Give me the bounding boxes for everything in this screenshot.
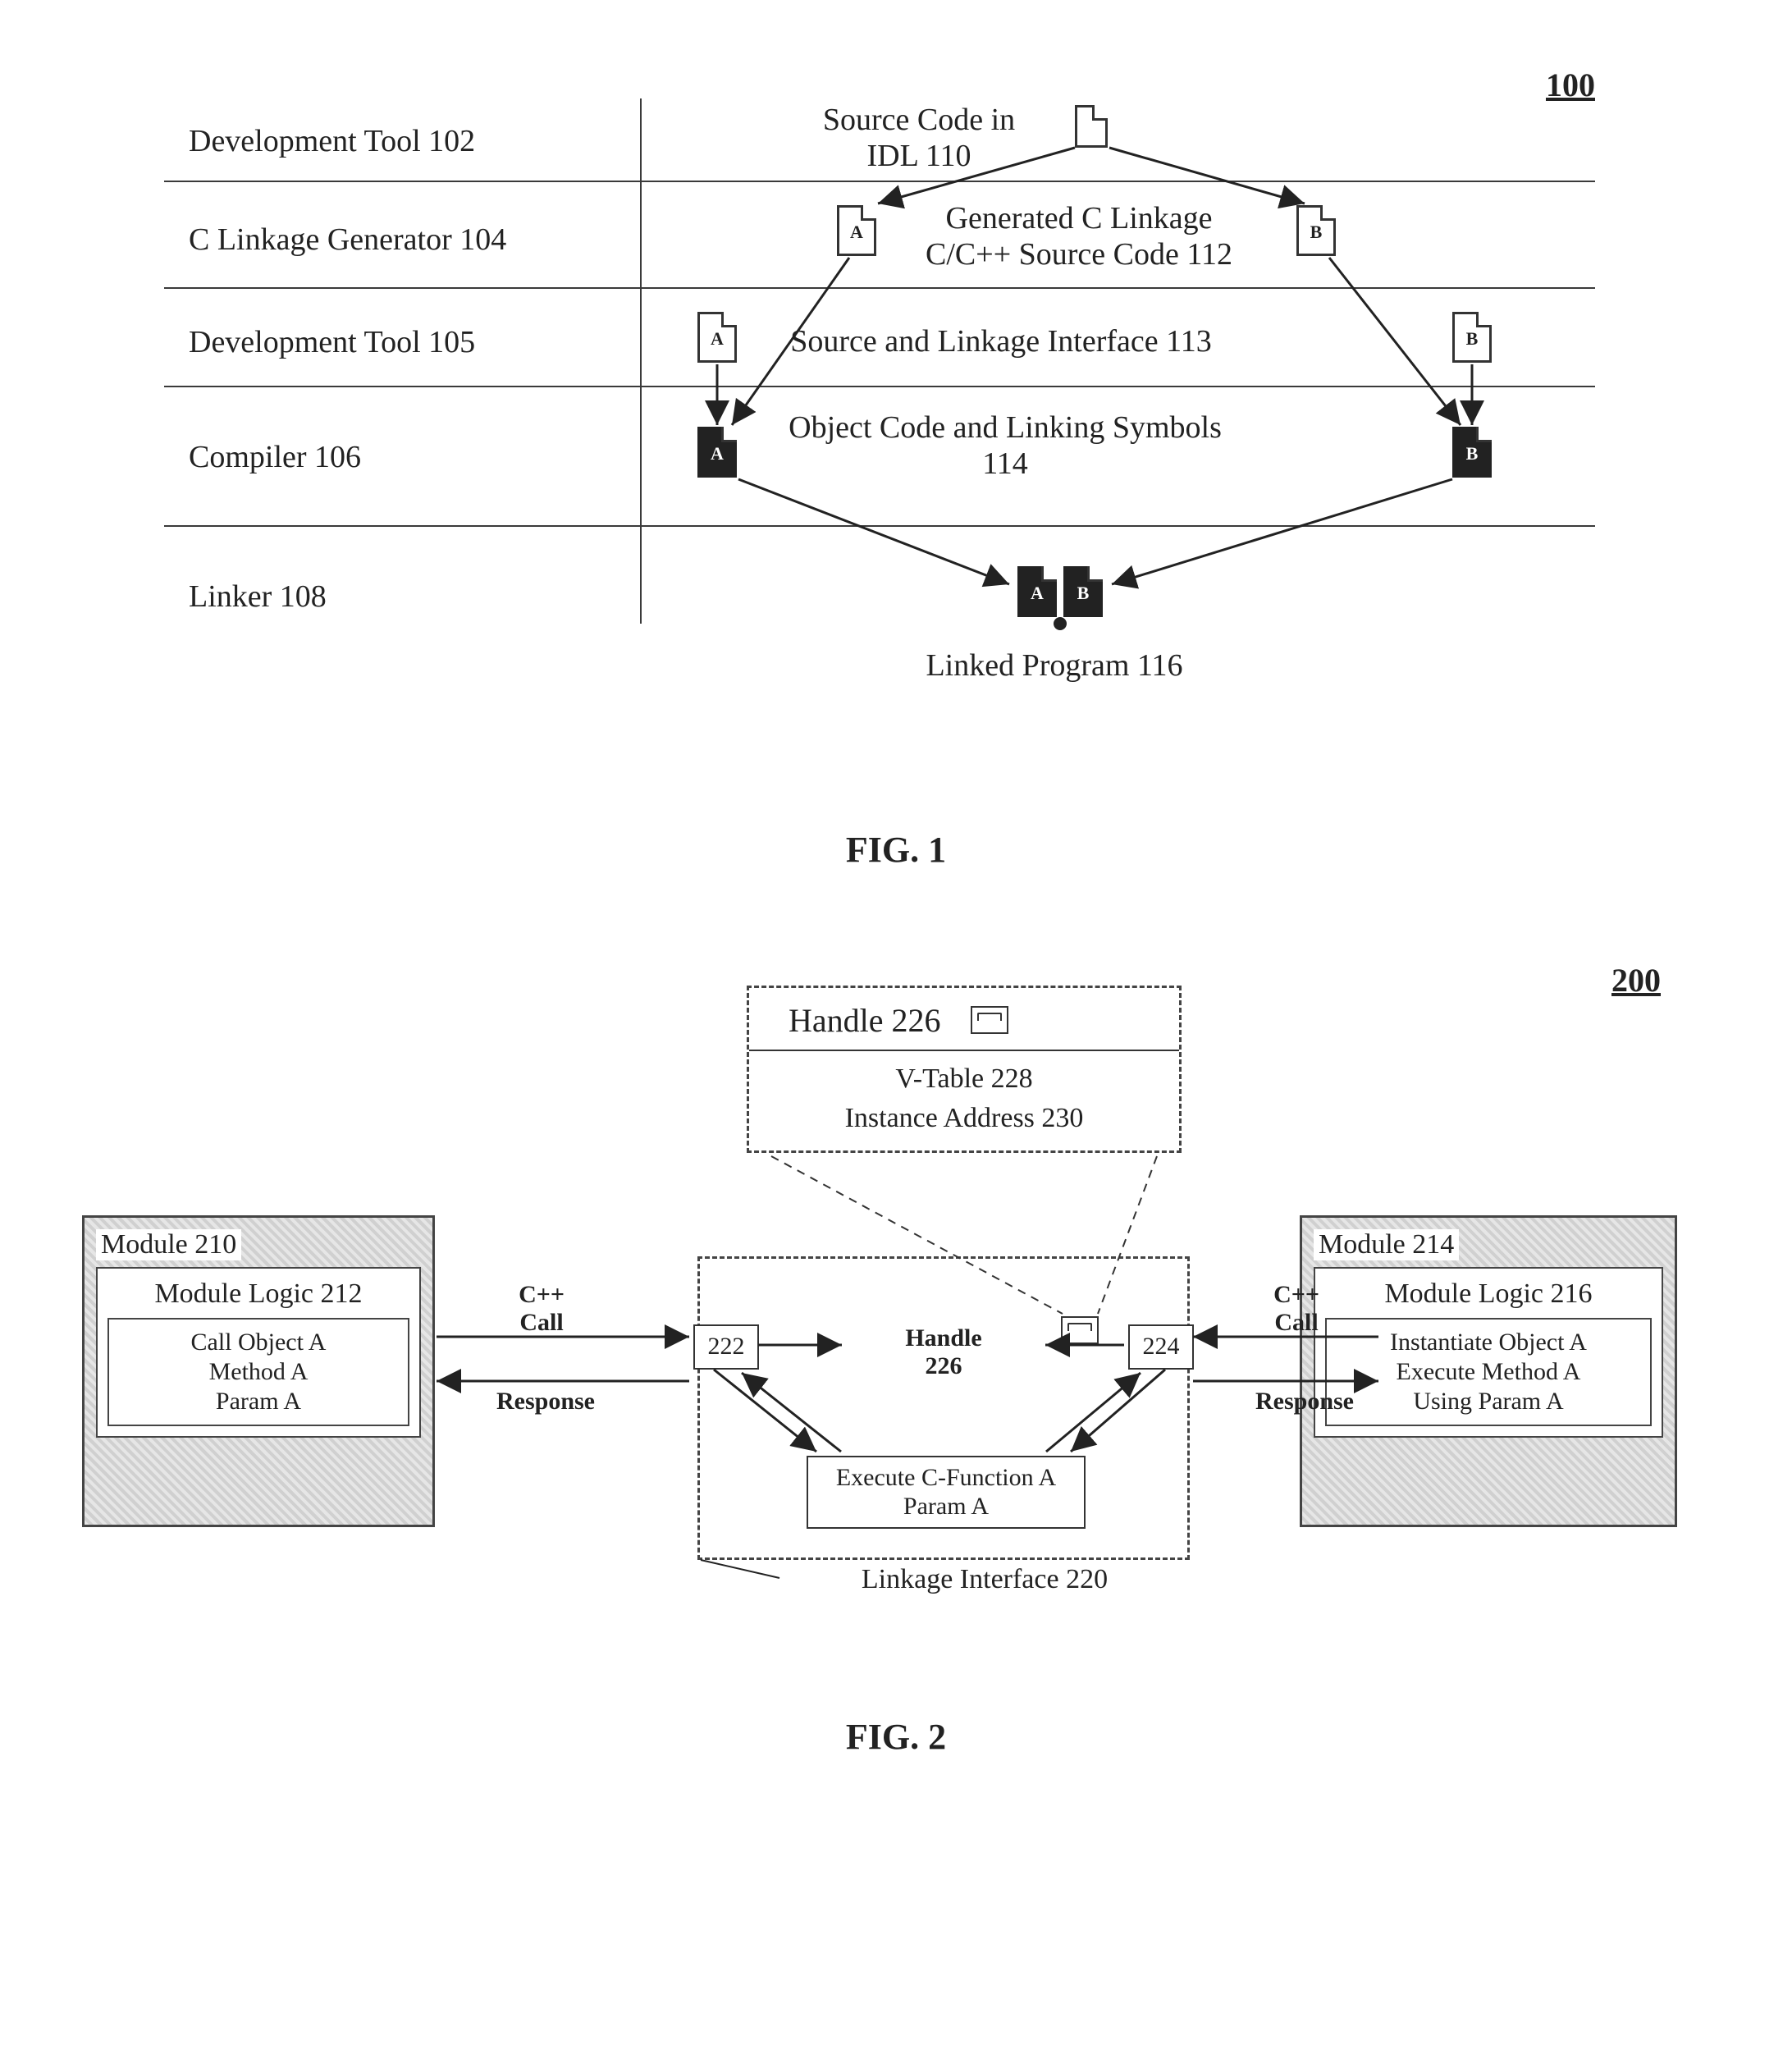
- handle-icon: [971, 1006, 1008, 1034]
- text: Instantiate Object A: [1390, 1329, 1587, 1356]
- row-label-compiler: Compiler 106: [189, 439, 361, 475]
- module-210: Module 210 Module Logic 212 Call Object …: [82, 1215, 435, 1527]
- module-logic-212-body: Call Object A Method A Param A: [107, 1318, 409, 1426]
- divider: [640, 98, 642, 624]
- handle-box-226: Handle 226 V-Table 228 Instance Address …: [747, 986, 1182, 1153]
- source-file-icon: [1075, 105, 1108, 148]
- text: Execute C-Function A: [836, 1464, 1056, 1491]
- text: Handle: [905, 1324, 981, 1352]
- file-b-light-icon: B: [1452, 312, 1492, 363]
- header-generated-linkage: Generated C Linkage C/C++ Source Code 11…: [903, 201, 1255, 272]
- figure-1-caption: FIG. 1: [66, 829, 1726, 871]
- text: Call: [1274, 1309, 1318, 1336]
- figure-1-number: 100: [1546, 66, 1595, 104]
- row-label-dev-tool-2: Development Tool 105: [189, 324, 475, 360]
- header-source-idl: Source Code in IDL 110: [788, 103, 1050, 174]
- figure-2-number: 200: [1611, 961, 1661, 999]
- handle-icon: [1061, 1316, 1099, 1344]
- cpp-call-right-label: C++ Call: [1247, 1281, 1346, 1337]
- file-b-dark-icon: B: [1452, 427, 1492, 478]
- linked-b-dark-icon: B: [1063, 566, 1103, 617]
- linkage-interface-caption: Linkage Interface 220: [779, 1564, 1190, 1595]
- linked-a-dark-icon: A: [1017, 566, 1057, 617]
- row-label-linkage-gen: C Linkage Generator 104: [189, 222, 506, 258]
- text: Generated C Linkage: [946, 201, 1213, 236]
- module-logic-212: Module Logic 212 Call Object A Method A …: [96, 1267, 421, 1438]
- text: IDL 110: [867, 139, 971, 173]
- header-object-code: Object Code and Linking Symbols 114: [767, 410, 1243, 482]
- row-label-linker: Linker 108: [189, 579, 327, 615]
- file-a-light-icon: A: [837, 205, 876, 256]
- file-a-dark-icon: A: [697, 427, 737, 478]
- text: Param A: [903, 1493, 989, 1520]
- vtable-label: V-Table 228: [895, 1063, 1032, 1094]
- text: Execute Method A: [1397, 1358, 1581, 1385]
- header-source-linkage-iface: Source and Linkage Interface 113: [779, 324, 1223, 360]
- c-function-box: Execute C-Function A Param A: [807, 1456, 1086, 1529]
- text: 114: [982, 446, 1028, 481]
- text: Call Object A: [191, 1329, 327, 1356]
- text: Call: [519, 1309, 563, 1336]
- divider: [164, 181, 1595, 182]
- response-right-label: Response: [1223, 1388, 1387, 1416]
- cpp-call-left-label: C++ Call: [492, 1281, 591, 1337]
- link-dot-icon: [1054, 617, 1067, 630]
- divider: [164, 287, 1595, 289]
- text: C++: [1273, 1281, 1319, 1308]
- module-logic-216-title: Module Logic 216: [1325, 1278, 1652, 1310]
- text: C/C++ Source Code 112: [926, 237, 1232, 272]
- text: Object Code and Linking Symbols: [789, 410, 1222, 445]
- linkage-interface-220: 222 224 Handle 226 Execute C-Function A …: [697, 1256, 1190, 1560]
- module-logic-212-title: Module Logic 212: [107, 1278, 409, 1310]
- text: Using Param A: [1413, 1388, 1563, 1415]
- module-214: Module 214 Module Logic 216 Instantiate …: [1300, 1215, 1677, 1527]
- divider: [164, 386, 1595, 387]
- text: Source Code in: [823, 103, 1015, 137]
- figure-2-caption: FIG. 2: [66, 1716, 1726, 1758]
- module-210-title: Module 210: [96, 1229, 241, 1260]
- file-a-light-icon: A: [697, 312, 737, 363]
- figure-1: 100 Development Tool 102 C Linkage Gener…: [66, 66, 1726, 804]
- handle-center-label: Handle 226: [700, 1324, 1187, 1380]
- figure-2: 200 Module 210 Module Logic 212 Call Obj…: [66, 953, 1726, 1691]
- text: C++: [519, 1281, 565, 1308]
- row-label-dev-tool-1: Development Tool 102: [189, 123, 475, 159]
- handle-box-title: Handle 226: [789, 1001, 941, 1040]
- header-linked-program: Linked Program 116: [911, 648, 1198, 684]
- text: Param A: [216, 1388, 301, 1415]
- instance-addr-label: Instance Address 230: [845, 1103, 1084, 1133]
- module-214-title: Module 214: [1314, 1229, 1459, 1260]
- text: 226: [926, 1352, 962, 1379]
- divider: [164, 525, 1595, 527]
- text: Method A: [209, 1358, 309, 1385]
- response-left-label: Response: [464, 1388, 628, 1416]
- file-b-light-icon: B: [1296, 205, 1336, 256]
